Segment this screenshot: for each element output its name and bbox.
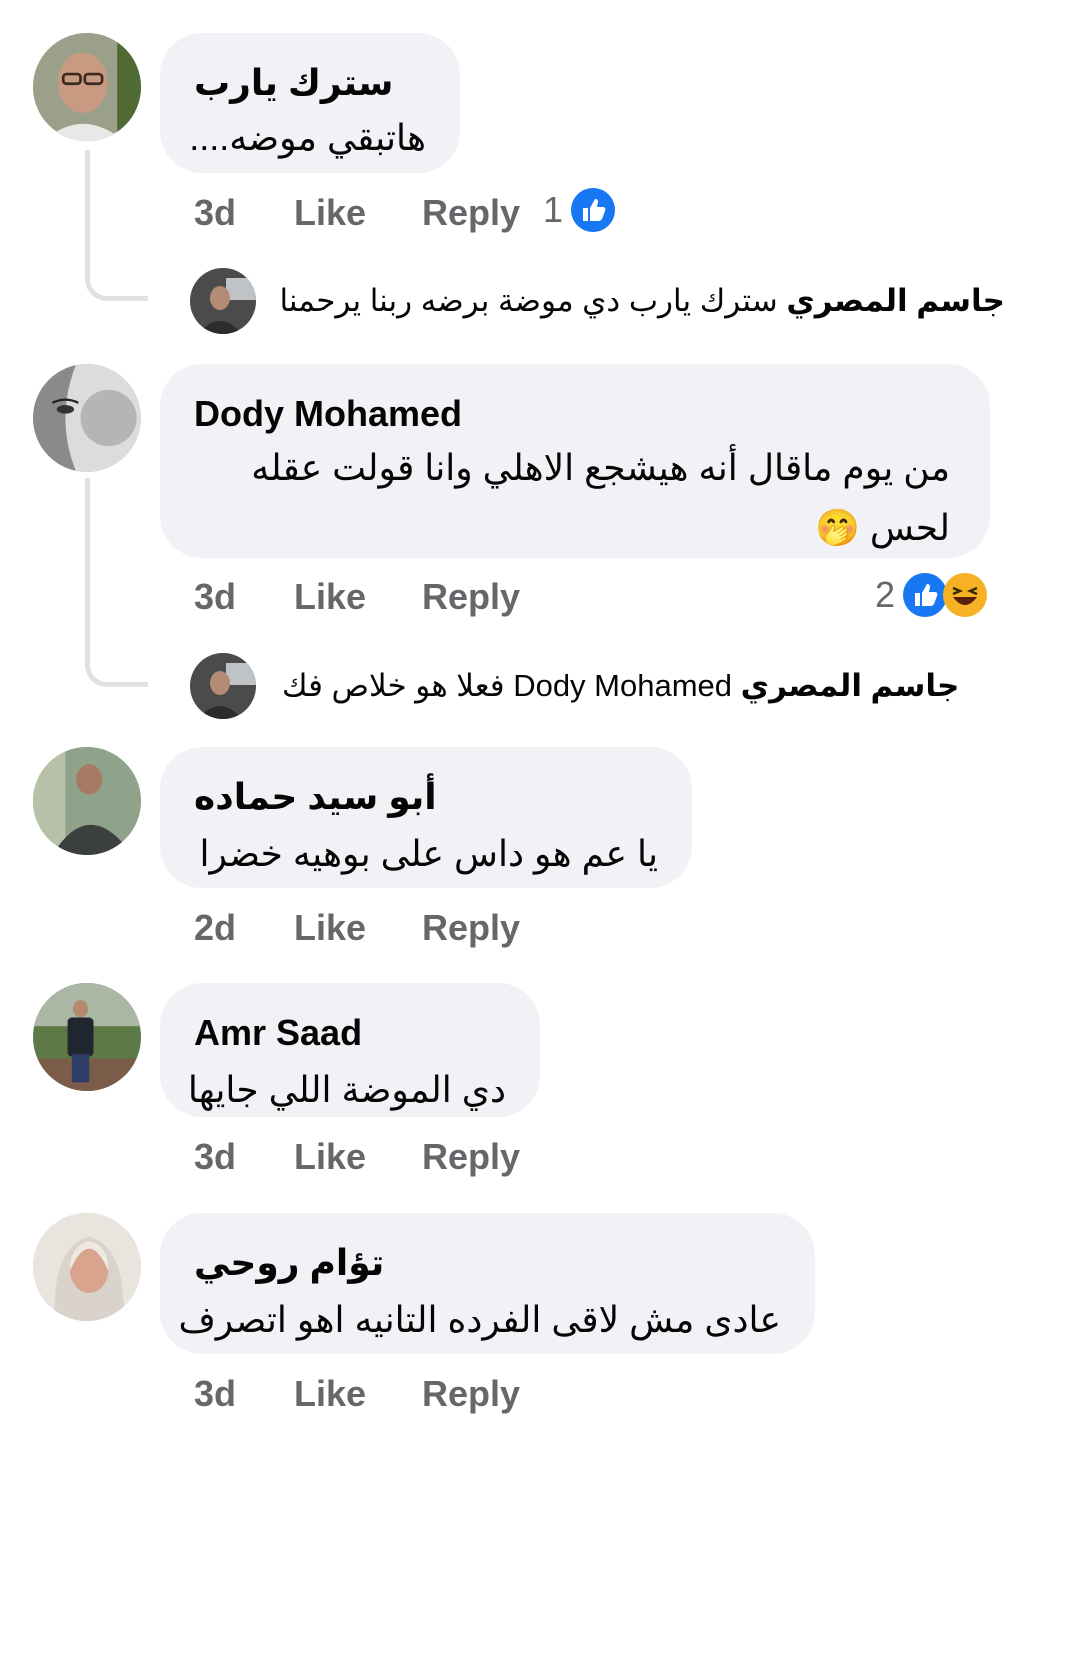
avatar-man-glasses-icon bbox=[33, 33, 141, 141]
like-reaction-icon bbox=[571, 188, 616, 232]
comment-bubble: Dody Mohamed من يوم ماقال أنه هيشجع الاه… bbox=[160, 364, 990, 558]
reply-button[interactable]: Reply bbox=[422, 907, 520, 949]
reply-item: جاسم المصري سترك يارب دي موضة برضه ربنا … bbox=[190, 266, 1005, 336]
comment-time[interactable]: 3d bbox=[194, 192, 294, 234]
like-button[interactable]: Like bbox=[294, 1373, 422, 1415]
reaction-summary[interactable]: 2 bbox=[875, 570, 988, 620]
reply-button[interactable]: Reply bbox=[422, 192, 520, 234]
comment-actions: 3d Like Reply bbox=[194, 1132, 520, 1182]
comment-time[interactable]: 2d bbox=[194, 907, 294, 949]
reply-button[interactable]: Reply bbox=[422, 1136, 520, 1178]
reply-text: فعلا هو خلاص فك bbox=[282, 668, 505, 703]
avatar[interactable] bbox=[33, 747, 141, 855]
comment-time[interactable]: 3d bbox=[194, 1373, 294, 1415]
comment-bubble: Amr Saad دي الموضة اللي جايها bbox=[160, 983, 540, 1117]
thread-connector bbox=[85, 478, 148, 687]
comment-author[interactable]: سترك يارب bbox=[194, 61, 426, 105]
comment-author[interactable]: Amr Saad bbox=[194, 1011, 506, 1055]
avatar-man-car-icon bbox=[190, 268, 256, 334]
reply-author[interactable]: جاسم المصري bbox=[786, 283, 1005, 318]
like-reaction-icon bbox=[903, 573, 948, 617]
comment-time[interactable]: 3d bbox=[194, 576, 294, 618]
comment-actions: 2d Like Reply bbox=[194, 903, 520, 953]
reply-button[interactable]: Reply bbox=[422, 576, 520, 618]
avatar-man-garden-icon bbox=[33, 983, 141, 1091]
comment-text: يا عم هو داس على بوهيه خضرا bbox=[199, 833, 658, 874]
comment-bubble: تؤام روحي عادى مش لاقى الفرده التانيه اه… bbox=[160, 1213, 815, 1354]
reply-author[interactable]: جاسم المصري bbox=[741, 668, 960, 703]
avatar[interactable] bbox=[33, 33, 141, 141]
comment-time[interactable]: 3d bbox=[194, 1136, 294, 1178]
avatar[interactable] bbox=[33, 1213, 141, 1321]
avatar-woman-drawing-icon bbox=[33, 364, 141, 472]
avatar[interactable] bbox=[33, 364, 141, 472]
comment-actions: 3d Like Reply bbox=[194, 1369, 520, 1419]
comment-bubble: أبو سيد حماده يا عم هو داس على بوهيه خضر… bbox=[160, 747, 692, 888]
avatar-man-sitting-icon bbox=[33, 747, 141, 855]
avatar-man-car-icon bbox=[190, 653, 256, 719]
comment-text: هاتبقي موضه.... bbox=[189, 117, 426, 158]
reply-button[interactable]: Reply bbox=[422, 1373, 520, 1415]
avatar-woman-hijab-icon bbox=[33, 1213, 141, 1321]
reply-mention[interactable]: Dody Mohamed bbox=[513, 668, 732, 703]
avatar[interactable] bbox=[190, 268, 256, 334]
comment-actions: 3d Like Reply bbox=[194, 572, 520, 622]
avatar[interactable] bbox=[190, 653, 256, 719]
comment-text: دي الموضة اللي جايها bbox=[187, 1069, 506, 1110]
reaction-count: 1 bbox=[543, 189, 564, 230]
reaction-summary[interactable]: 1 bbox=[543, 185, 616, 235]
comment-bubble: سترك يارب هاتبقي موضه.... bbox=[160, 33, 460, 173]
avatar[interactable] bbox=[33, 983, 141, 1091]
like-button[interactable]: Like bbox=[294, 1136, 422, 1178]
reply-text: سترك يارب دي موضة برضه ربنا يرحمنا bbox=[279, 283, 778, 318]
reaction-count: 2 bbox=[875, 574, 896, 615]
haha-reaction-icon bbox=[943, 573, 988, 617]
comment-author[interactable]: تؤام روحي bbox=[194, 1241, 781, 1285]
comment-author[interactable]: أبو سيد حماده bbox=[194, 775, 658, 819]
comment-text: عادى مش لاقى الفرده التانيه اهو اتصرف bbox=[178, 1299, 781, 1340]
like-button[interactable]: Like bbox=[294, 907, 422, 949]
reply-content: جاسم المصري Dody Mohamed فعلا هو خلاص فك bbox=[256, 668, 1005, 704]
like-button[interactable]: Like bbox=[294, 192, 422, 234]
comment-actions: 3d Like Reply bbox=[194, 188, 520, 238]
comment-author[interactable]: Dody Mohamed bbox=[194, 392, 956, 436]
reply-item: جاسم المصري Dody Mohamed فعلا هو خلاص فك bbox=[190, 651, 1005, 721]
thread-connector bbox=[85, 150, 148, 301]
like-button[interactable]: Like bbox=[294, 576, 422, 618]
comment-text: من يوم ماقال أنه هيشجع الاهلي وانا قولت … bbox=[194, 438, 950, 558]
emoji-face-hand-over-mouth-icon: 🤭 bbox=[815, 507, 860, 548]
reply-content: جاسم المصري سترك يارب دي موضة برضه ربنا … bbox=[256, 283, 1005, 319]
